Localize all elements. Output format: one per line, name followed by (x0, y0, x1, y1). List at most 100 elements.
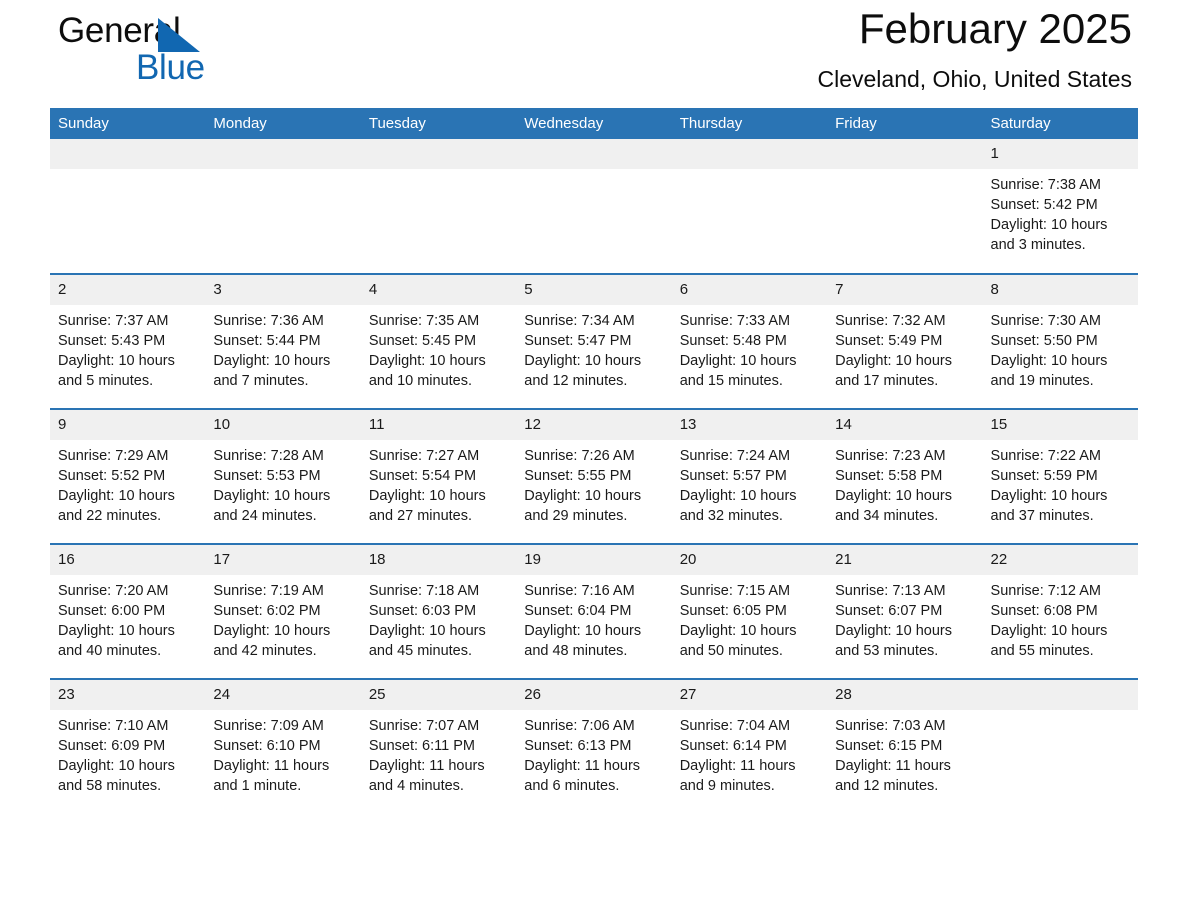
day-number: 1 (982, 139, 1138, 169)
daylight-text: Daylight: 10 hours and 24 minutes. (213, 488, 331, 524)
day-number: 4 (360, 275, 517, 305)
sunset-text: Sunset: 5:59 PM (990, 468, 1098, 484)
sunset-text: Sunset: 5:50 PM (990, 333, 1098, 349)
calendar-day-cell[interactable]: 9 Sunrise: 7:29 AM Sunset: 5:52 PM Daylight… (50, 408, 206, 544)
sunrise-text: Sunrise: 7:27 AM (368, 448, 480, 464)
calendar-day-cell[interactable]: 12 Sunrise: 7:26 AM Sunset: 5:55 PM Dayligh… (516, 408, 672, 544)
calendar-day-cell[interactable]: 1 Sunrise: 7:38 AM Sunset: 5:42 PM Daylight… (982, 139, 1138, 274)
day-details: Sunrise: 7:38 AM Sunset: 5:42 PM Daylight:… (983, 169, 1138, 255)
calendar-day-cell[interactable]: 4 Sunrise: 7:35 AM Sunset: 5:45 PM Daylight… (360, 273, 517, 409)
day-number (205, 139, 361, 169)
daylight-text: Daylight: 11 hours and 1 minute. (213, 758, 330, 794)
sunrise-text: Sunrise: 7:33 AM (679, 313, 791, 329)
day-number: 26 (516, 680, 672, 710)
day-number (50, 139, 206, 169)
day-details: Sunrise: 7:27 AM Sunset: 5:54 PM Daylight:… (361, 440, 516, 526)
sunrise-text: Sunrise: 7:06 AM (524, 718, 635, 734)
day-details: Sunrise: 7:06 AM Sunset: 6:13 PM Daylight:… (516, 710, 671, 796)
weekday-header-friday: Friday (827, 108, 983, 139)
day-number (360, 139, 517, 169)
sunset-text: Sunset: 5:47 PM (524, 333, 632, 349)
day-details: Sunrise: 7:20 AM Sunset: 6:00 PM Daylight:… (50, 575, 205, 661)
sunrise-text: Sunrise: 7:15 AM (679, 583, 791, 599)
daylight-text: Daylight: 10 hours and 55 minutes. (990, 623, 1108, 659)
calendar-day-cell-empty (827, 139, 983, 274)
daylight-text: Daylight: 10 hours and 27 minutes. (368, 488, 486, 524)
daylight-text: Daylight: 10 hours and 22 minutes. (58, 488, 175, 524)
calendar-day-cell[interactable]: 17 Sunrise: 7:19 AM Sunset: 6:02 PM Dayligh… (205, 543, 361, 679)
calendar-day-cell[interactable]: 19 Sunrise: 7:16 AM Sunset: 6:04 PM Dayligh… (516, 543, 672, 679)
calendar-day-cell[interactable]: 22 Sunrise: 7:12 AM Sunset: 6:08 PM Dayligh… (982, 543, 1138, 679)
calendar-week-row: 9 Sunrise: 7:29 AM Sunset: 5:52 PM Daylight… (50, 408, 1138, 544)
calendar-day-cell-empty (50, 139, 206, 274)
day-details: Sunrise: 7:15 AM Sunset: 6:05 PM Daylight:… (672, 575, 827, 661)
sunset-text: Sunset: 6:09 PM (58, 738, 166, 754)
daylight-text: Daylight: 11 hours and 9 minutes. (679, 758, 796, 794)
page-header: General Blue February 2025 Cleveland, Oh… (50, 0, 1138, 108)
calendar-day-cell-empty (516, 139, 672, 274)
sunset-text: Sunset: 5:54 PM (368, 468, 477, 484)
sunrise-text: Sunrise: 7:18 AM (368, 583, 480, 599)
calendar-day-cell[interactable]: 27 Sunrise: 7:04 AM Sunset: 6:14 PM Dayligh… (671, 678, 828, 814)
calendar-day-cell[interactable]: 15 Sunrise: 7:22 AM Sunset: 5:59 PM Dayligh… (982, 408, 1138, 544)
sunset-text: Sunset: 6:13 PM (524, 738, 632, 754)
calendar-day-cell[interactable]: 24 Sunrise: 7:09 AM Sunset: 6:10 PM Dayligh… (205, 678, 361, 814)
calendar-day-cell[interactable]: 5 Sunrise: 7:34 AM Sunset: 5:47 PM Daylight… (516, 273, 672, 409)
calendar-page: General Blue February 2025 Cleveland, Oh… (0, 0, 1188, 918)
calendar-day-cell[interactable]: 2 Sunrise: 7:37 AM Sunset: 5:43 PM Daylight… (50, 273, 206, 409)
calendar-day-cell[interactable]: 7 Sunrise: 7:32 AM Sunset: 5:49 PM Daylight… (827, 273, 983, 409)
day-number: 20 (671, 545, 828, 575)
calendar-week-row: 16 Sunrise: 7:20 AM Sunset: 6:00 PM Dayligh… (50, 543, 1138, 679)
calendar-day-cell[interactable]: 8 Sunrise: 7:30 AM Sunset: 5:50 PM Daylight… (982, 273, 1138, 409)
calendar-day-cell[interactable]: 16 Sunrise: 7:20 AM Sunset: 6:00 PM Dayligh… (50, 543, 206, 679)
sunset-text: Sunset: 5:42 PM (990, 197, 1098, 213)
calendar-day-cell[interactable]: 18 Sunrise: 7:18 AM Sunset: 6:03 PM Dayligh… (360, 543, 517, 679)
calendar-week-row: 1 Sunrise: 7:38 AM Sunset: 5:42 PM Daylight… (50, 139, 1138, 274)
calendar-day-cell[interactable]: 21 Sunrise: 7:13 AM Sunset: 6:07 PM Dayligh… (827, 543, 983, 679)
page-subtitle-location: Cleveland, Ohio, United States (817, 66, 1132, 92)
daylight-text: Daylight: 10 hours and 12 minutes. (524, 353, 642, 389)
calendar-day-cell[interactable]: 3 Sunrise: 7:36 AM Sunset: 5:44 PM Daylight… (205, 273, 361, 409)
daylight-text: Daylight: 10 hours and 17 minutes. (835, 353, 952, 389)
day-number: 12 (516, 410, 672, 440)
daylight-text: Daylight: 10 hours and 58 minutes. (58, 758, 175, 794)
calendar-day-cell[interactable]: 23 Sunrise: 7:10 AM Sunset: 6:09 PM Dayligh… (50, 678, 206, 814)
calendar-day-cell[interactable]: 25 Sunrise: 7:07 AM Sunset: 6:11 PM Dayligh… (360, 678, 517, 814)
calendar-day-cell[interactable]: 6 Sunrise: 7:33 AM Sunset: 5:48 PM Daylight… (671, 273, 828, 409)
daylight-text: Daylight: 10 hours and 29 minutes. (524, 488, 642, 524)
sunrise-text: Sunrise: 7:30 AM (990, 313, 1101, 329)
calendar-header-row: Sunday Monday Tuesday Wednesday Thursday… (50, 108, 1138, 139)
day-number (671, 139, 828, 169)
sunrise-text: Sunrise: 7:07 AM (368, 718, 480, 734)
calendar-day-cell[interactable]: 28 Sunrise: 7:03 AM Sunset: 6:15 PM Dayligh… (827, 678, 983, 814)
sunrise-text: Sunrise: 7:28 AM (213, 448, 324, 464)
calendar-day-cell[interactable]: 14 Sunrise: 7:23 AM Sunset: 5:58 PM Dayligh… (827, 408, 983, 544)
day-details: Sunrise: 7:16 AM Sunset: 6:04 PM Daylight:… (516, 575, 671, 661)
day-details: Sunrise: 7:29 AM Sunset: 5:52 PM Daylight:… (50, 440, 205, 526)
calendar-day-cell[interactable]: 11 Sunrise: 7:27 AM Sunset: 5:54 PM Dayligh… (360, 408, 517, 544)
sunrise-text: Sunrise: 7:09 AM (213, 718, 324, 734)
day-details: Sunrise: 7:24 AM Sunset: 5:57 PM Daylight:… (672, 440, 827, 526)
day-details: Sunrise: 7:23 AM Sunset: 5:58 PM Daylight:… (827, 440, 982, 526)
day-details: Sunrise: 7:34 AM Sunset: 5:47 PM Daylight:… (516, 305, 671, 391)
sunrise-text: Sunrise: 7:29 AM (58, 448, 169, 464)
day-number: 3 (205, 275, 361, 305)
day-details: Sunrise: 7:03 AM Sunset: 6:15 PM Daylight:… (827, 710, 982, 796)
sunset-text: Sunset: 6:05 PM (679, 603, 787, 619)
calendar-day-cell[interactable]: 10 Sunrise: 7:28 AM Sunset: 5:53 PM Dayligh… (205, 408, 361, 544)
day-number: 25 (360, 680, 517, 710)
sunrise-text: Sunrise: 7:23 AM (835, 448, 946, 464)
sunrise-text: Sunrise: 7:12 AM (990, 583, 1101, 599)
daylight-text: Daylight: 10 hours and 15 minutes. (679, 353, 797, 389)
day-details: Sunrise: 7:07 AM Sunset: 6:11 PM Daylight:… (361, 710, 516, 796)
daylight-text: Daylight: 11 hours and 12 minutes. (835, 758, 951, 794)
calendar-week-row: 23 Sunrise: 7:10 AM Sunset: 6:09 PM Dayligh… (50, 678, 1138, 814)
calendar-day-cell[interactable]: 20 Sunrise: 7:15 AM Sunset: 6:05 PM Dayligh… (671, 543, 828, 679)
daylight-text: Daylight: 10 hours and 48 minutes. (524, 623, 642, 659)
day-number: 7 (827, 275, 983, 305)
daylight-text: Daylight: 11 hours and 4 minutes. (368, 758, 485, 794)
calendar-day-cell[interactable]: 13 Sunrise: 7:24 AM Sunset: 5:57 PM Dayligh… (671, 408, 828, 544)
day-number (516, 139, 672, 169)
daylight-text: Daylight: 10 hours and 37 minutes. (990, 488, 1108, 524)
calendar-day-cell[interactable]: 26 Sunrise: 7:06 AM Sunset: 6:13 PM Dayligh… (516, 678, 672, 814)
